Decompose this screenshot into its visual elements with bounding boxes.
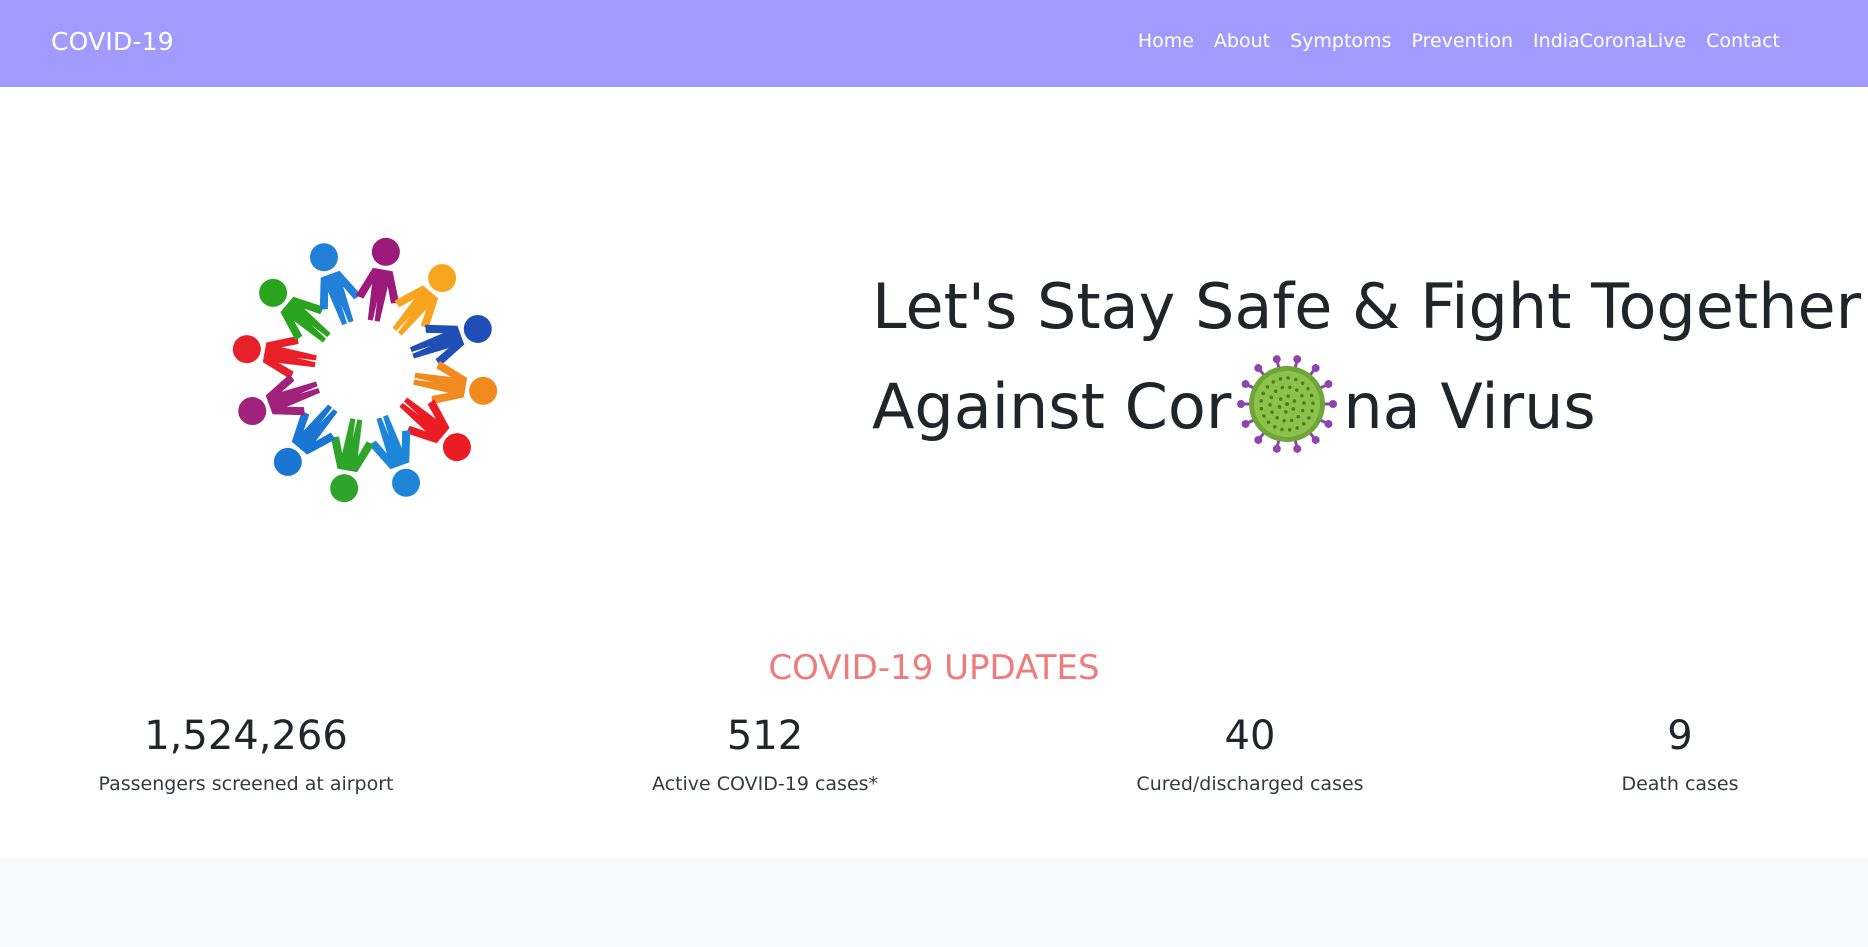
nav-link-about[interactable]: About (1214, 30, 1270, 52)
stat-label: Active COVID-19 cases* (651, 773, 879, 795)
next-section-background (0, 858, 1868, 947)
hero-title-text-after: na Virus (1343, 370, 1596, 443)
updates-title: COVID-19 UPDATES (768, 648, 1100, 688)
stat-label: Death cases (1621, 773, 1739, 795)
top-navbar: COVID-19 Home About Symptoms Prevention … (0, 0, 1868, 87)
nav-link-contact[interactable]: Contact (1706, 30, 1780, 52)
stat-value: 1,524,266 (144, 713, 348, 759)
nav-links: Home About Symptoms Prevention IndiaCoro… (1138, 30, 1780, 52)
hero-title-line-1: Let's Stay Safe & Fight Together (872, 270, 1862, 343)
stat-active-cases: 512 Active COVID-19 cases* (565, 710, 965, 795)
hero-title-line-2: Against Cor na Virus (872, 352, 1832, 456)
people-circle-icon (230, 230, 500, 510)
brand-logo-link[interactable]: COVID-19 (51, 27, 174, 56)
nav-link-india-corona-live[interactable]: IndiaCoronaLive (1533, 30, 1686, 52)
hero-title: Let's Stay Safe & Fight Together Against… (872, 262, 1862, 456)
stat-cured-cases: 40 Cured/discharged cases (1050, 710, 1450, 795)
hero-title-text-before: Against Cor (872, 370, 1232, 443)
coronavirus-icon (1235, 352, 1339, 456)
stat-value: 512 (726, 713, 804, 759)
stat-passengers-screened: 1,524,266 Passengers screened at airport (46, 710, 446, 795)
stat-value: 9 (1667, 713, 1693, 759)
stat-label: Passengers screened at airport (98, 773, 394, 795)
nav-link-home[interactable]: Home (1138, 30, 1194, 52)
stat-value: 40 (1224, 713, 1276, 759)
stat-death-cases: 9 Death cases (1480, 710, 1868, 795)
stat-label: Cured/discharged cases (1136, 773, 1364, 795)
nav-link-symptoms[interactable]: Symptoms (1290, 30, 1391, 52)
nav-link-prevention[interactable]: Prevention (1411, 30, 1513, 52)
